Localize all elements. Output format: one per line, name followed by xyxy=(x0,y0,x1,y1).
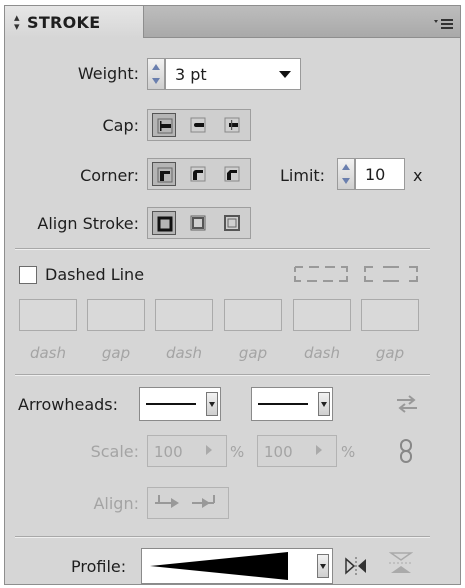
panel-tab-bar: ▴ ▾ STROKE xyxy=(5,6,460,38)
end-scale-value: 100 xyxy=(264,443,293,461)
arrowhead-line-preview xyxy=(146,403,196,405)
align-inside-icon xyxy=(190,215,206,231)
round-join-icon xyxy=(190,166,206,182)
gap-label: gap xyxy=(101,344,131,362)
divider xyxy=(15,374,430,376)
panel-title: STROKE xyxy=(27,13,101,32)
flip-horizontal-icon[interactable] xyxy=(345,557,367,579)
chevron-down-icon xyxy=(318,392,330,416)
align-arrows-button-group xyxy=(147,487,229,519)
projecting-cap-icon xyxy=(224,117,240,133)
profile-label: Profile: xyxy=(71,557,127,576)
link-icon[interactable] xyxy=(399,439,413,467)
dash-input-3[interactable] xyxy=(293,299,351,331)
chevron-down-icon xyxy=(317,554,329,578)
limit-unit: x xyxy=(413,166,423,185)
chevron-down-icon xyxy=(206,392,218,416)
start-scale-input[interactable]: 100 xyxy=(147,435,227,467)
projecting-cap-button[interactable] xyxy=(220,113,244,137)
width-profile-preview xyxy=(150,552,288,580)
weight-label: Weight: xyxy=(77,64,139,83)
arrowheads-label: Arrowheads: xyxy=(18,395,119,414)
limit-stepper[interactable] xyxy=(337,158,355,190)
weight-stepper[interactable] xyxy=(147,58,165,90)
scale-unit: % xyxy=(341,443,356,461)
gap-input-3[interactable] xyxy=(361,299,419,331)
arrow-tip-extends-icon[interactable] xyxy=(153,493,183,517)
stroke-panel: ▴ ▾ STROKE Weight: 3 pt Cap: Corner: Lim… xyxy=(4,5,461,585)
start-scale-value: 100 xyxy=(154,443,183,461)
dash-label: dash xyxy=(303,344,341,362)
preserve-dash-icon[interactable] xyxy=(293,263,349,289)
chevron-right-icon xyxy=(206,445,217,455)
limit-label: Limit: xyxy=(280,166,326,185)
start-arrowhead-select[interactable] xyxy=(139,387,221,421)
weight-value: 3 pt xyxy=(175,65,207,84)
cap-label: Cap: xyxy=(102,116,139,135)
bevel-join-button[interactable] xyxy=(220,162,244,186)
chevron-down-icon xyxy=(279,71,291,78)
align-center-button[interactable] xyxy=(152,211,176,235)
bevel-join-icon xyxy=(224,166,240,182)
align-stroke-button-group xyxy=(147,207,251,239)
round-join-button[interactable] xyxy=(186,162,210,186)
align-outside-button[interactable] xyxy=(220,211,244,235)
miter-join-icon xyxy=(157,167,173,183)
align-arrows-label: Align: xyxy=(93,494,139,513)
align-stroke-label: Align Stroke: xyxy=(37,214,139,233)
divider xyxy=(15,536,430,538)
miter-join-button[interactable] xyxy=(152,162,176,186)
arrowhead-line-preview xyxy=(258,403,308,405)
dashed-line-checkbox[interactable] xyxy=(19,266,37,284)
chevron-right-icon xyxy=(316,445,327,455)
cap-button-group xyxy=(147,109,251,141)
swap-arrows-icon[interactable] xyxy=(395,394,419,418)
dash-label: dash xyxy=(29,344,67,362)
double-arrow-icon[interactable]: ▴ ▾ xyxy=(14,12,20,32)
gap-input-2[interactable] xyxy=(224,299,282,331)
divider xyxy=(15,248,430,250)
align-outside-icon xyxy=(224,215,240,231)
align-inside-button[interactable] xyxy=(186,211,210,235)
dash-input-2[interactable] xyxy=(155,299,213,331)
weight-select[interactable]: 3 pt xyxy=(165,58,301,90)
profile-select[interactable] xyxy=(141,548,333,584)
butt-cap-button[interactable] xyxy=(152,113,176,137)
align-center-icon xyxy=(157,216,173,232)
gap-input-1[interactable] xyxy=(87,299,145,331)
panel-menu-icon[interactable] xyxy=(434,15,454,29)
corner-button-group xyxy=(147,158,251,190)
dashed-line-label: Dashed Line xyxy=(45,265,145,284)
arrow-tip-at-end-icon[interactable] xyxy=(190,493,220,517)
dash-label: dash xyxy=(165,344,203,362)
corner-label: Corner: xyxy=(80,166,139,185)
end-arrowhead-select[interactable] xyxy=(251,387,333,421)
round-cap-button[interactable] xyxy=(186,113,210,137)
flip-vertical-icon[interactable] xyxy=(388,552,414,578)
scale-unit: % xyxy=(230,443,245,461)
limit-input[interactable]: 10 xyxy=(355,158,405,190)
dash-input-1[interactable] xyxy=(19,299,77,331)
butt-cap-icon xyxy=(157,118,173,134)
end-scale-input[interactable]: 100 xyxy=(257,435,337,467)
gap-label: gap xyxy=(375,344,405,362)
gap-label: gap xyxy=(238,344,268,362)
align-dash-corners-icon[interactable] xyxy=(363,263,419,289)
tab-stroke[interactable]: ▴ ▾ STROKE xyxy=(5,6,144,38)
round-cap-icon xyxy=(190,117,206,133)
scale-label: Scale: xyxy=(90,442,139,461)
